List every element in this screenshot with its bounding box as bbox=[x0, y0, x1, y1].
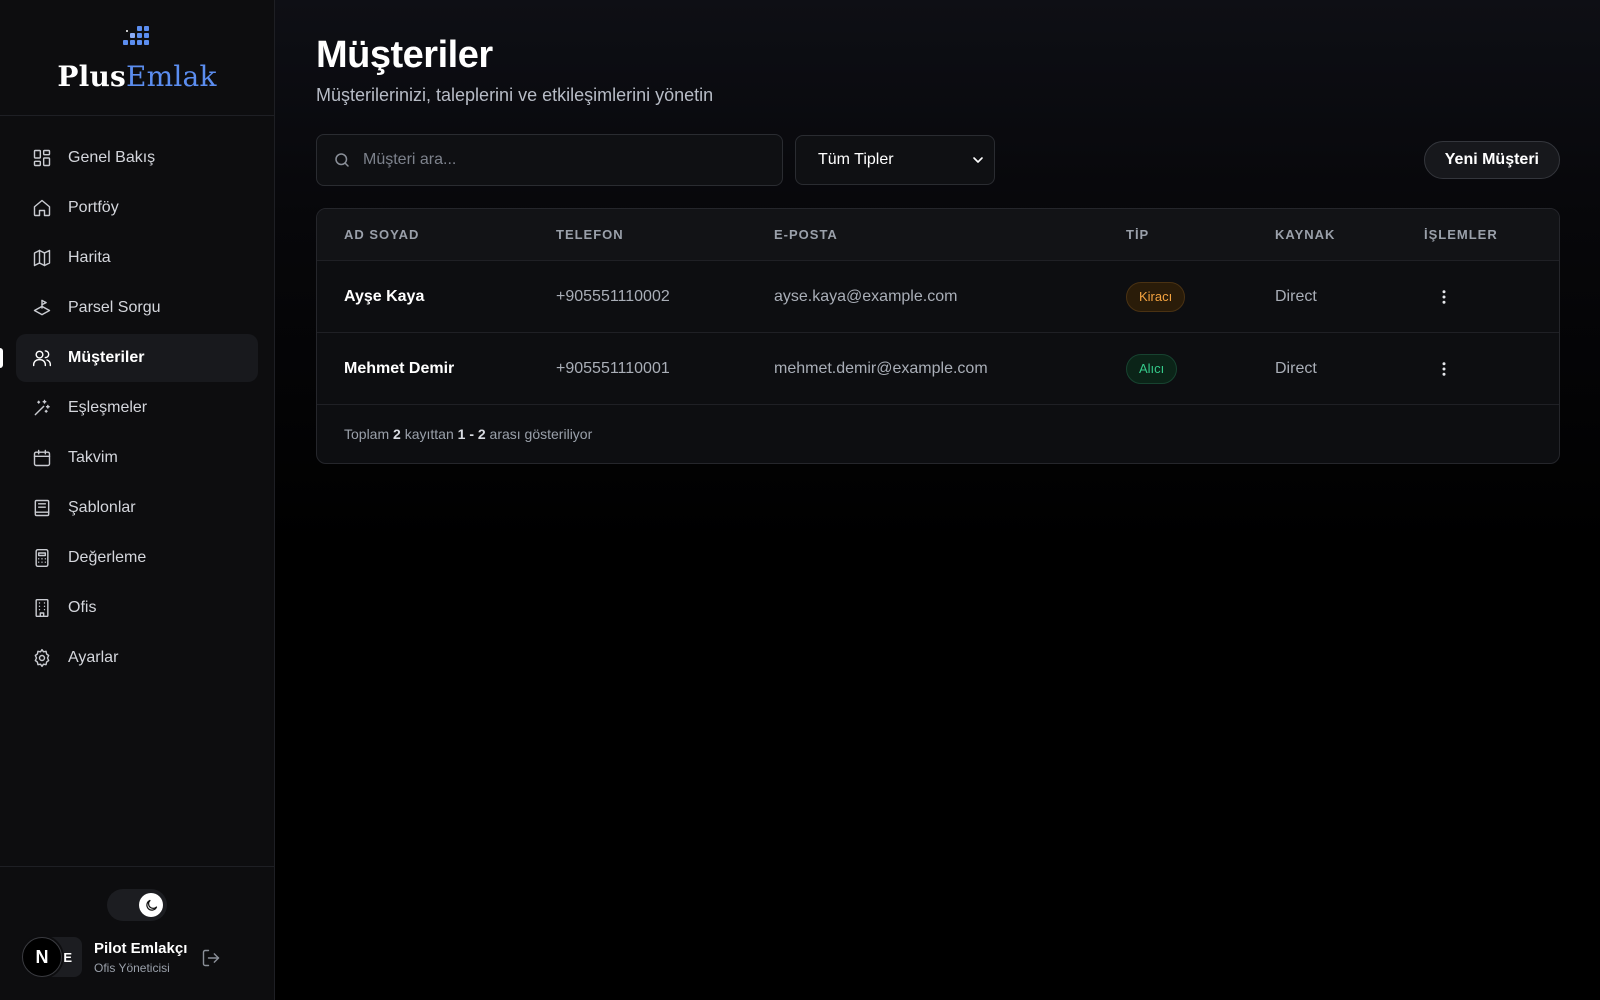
customer-email: ayse.kaya@example.com bbox=[774, 287, 958, 305]
sidebar-item-label: Takvim bbox=[68, 449, 118, 466]
theme-toggle[interactable] bbox=[107, 889, 167, 921]
land-parcel-icon bbox=[32, 298, 52, 318]
chevron-down-icon bbox=[973, 157, 983, 163]
search-icon bbox=[335, 153, 349, 167]
summary-range: 1 - 2 bbox=[457, 426, 486, 442]
more-vertical-icon[interactable] bbox=[1432, 285, 1456, 309]
column-header-type[interactable]: TİP bbox=[1099, 227, 1248, 242]
sidebar-item-takvim[interactable]: Takvim bbox=[16, 434, 258, 482]
user-role: Ofis Yöneticisi bbox=[94, 960, 170, 975]
calendar-icon bbox=[32, 448, 52, 468]
customer-email: mehmet.demir@example.com bbox=[774, 359, 988, 377]
sidebar-item-eslesmeler[interactable]: Eşleşmeler bbox=[16, 384, 258, 432]
summary-prefix: Toplam bbox=[344, 426, 390, 442]
row-actions bbox=[1397, 357, 1559, 381]
type-filter-select[interactable]: Tüm Tipler bbox=[795, 135, 995, 185]
customer-source: Direct bbox=[1275, 287, 1317, 305]
status-badge: Alıcı bbox=[1126, 353, 1178, 384]
page-subtitle: Müşterilerinizi, taleplerini ve etkileşi… bbox=[316, 85, 714, 105]
type-filter-value: Tüm Tipler bbox=[818, 151, 894, 168]
sidebar-item-label: Parsel Sorgu bbox=[68, 299, 161, 316]
sidebar-item-parsel-sorgu[interactable]: Parsel Sorgu bbox=[16, 284, 258, 332]
sidebar-item-label: Şablonlar bbox=[68, 499, 136, 516]
customer-type-cell: Alıcı bbox=[1099, 353, 1248, 384]
sidebar: PlusEmlak Genel Bakış Portföy Harita Par… bbox=[0, 0, 275, 1000]
dashboard-icon bbox=[32, 148, 52, 168]
customer-type-cell: Kiracı bbox=[1099, 281, 1248, 312]
sidebar-item-portfoy[interactable]: Portföy bbox=[16, 184, 258, 232]
customer-source: Direct bbox=[1275, 359, 1317, 377]
status-badge: Kiracı bbox=[1126, 281, 1186, 312]
main-content: Müşteriler Müşterilerinizi, taleplerini … bbox=[275, 0, 1600, 1000]
user-name: Pilot Emlakçı bbox=[94, 939, 188, 957]
pagination-summary: Toplam 2 kayıttan 1 - 2 arası gösteriliy… bbox=[317, 405, 1559, 463]
sidebar-item-harita[interactable]: Harita bbox=[16, 234, 258, 282]
template-icon bbox=[32, 498, 52, 518]
user-info: Pilot Emlakçı Ofis Yöneticisi bbox=[94, 940, 187, 975]
sidebar-item-label: Harita bbox=[68, 249, 111, 266]
column-header-phone[interactable]: TELEFON bbox=[529, 227, 747, 242]
sidebar-item-genel-bakis[interactable]: Genel Bakış bbox=[16, 134, 258, 182]
calculator-icon bbox=[32, 548, 52, 568]
brand-name-part2: Emlak bbox=[126, 60, 217, 93]
table-row[interactable]: Mehmet Demir +905551110001 mehmet.demir@… bbox=[317, 333, 1559, 405]
app-root: PlusEmlak Genel Bakış Portföy Harita Par… bbox=[0, 0, 1600, 1000]
customer-phone: +905551110002 bbox=[556, 287, 670, 305]
customer-name[interactable]: Ayşe Kaya bbox=[317, 288, 529, 306]
sidebar-item-label: Değerleme bbox=[68, 549, 147, 566]
sidebar-item-label: Eşleşmeler bbox=[68, 399, 148, 416]
customers-table: AD SOYAD TELEFON E-POSTA TİP KAYNAK İŞLE… bbox=[316, 208, 1560, 464]
settings-icon bbox=[32, 648, 52, 668]
page-title: Müşteriler bbox=[316, 34, 493, 76]
sidebar-item-ofis[interactable]: Ofis bbox=[16, 584, 258, 632]
customer-name[interactable]: Mehmet Demir bbox=[317, 360, 529, 378]
sparkles-icon bbox=[32, 398, 52, 418]
new-customer-button[interactable]: Yeni Müşteri bbox=[1423, 141, 1560, 179]
sidebar-item-label: Müşteriler bbox=[68, 349, 145, 366]
sidebar-item-degerleme[interactable]: Değerleme bbox=[16, 534, 258, 582]
table-header: AD SOYAD TELEFON E-POSTA TİP KAYNAK İŞLE… bbox=[317, 209, 1559, 261]
more-vertical-icon[interactable] bbox=[1432, 357, 1456, 381]
column-header-email[interactable]: E-POSTA bbox=[747, 227, 1099, 242]
user-profile[interactable]: N E Pilot Emlakçı Ofis Yöneticisi bbox=[22, 937, 187, 977]
search-input[interactable] bbox=[363, 151, 782, 169]
brand-name: PlusEmlak bbox=[57, 60, 216, 93]
sidebar-item-sablonlar[interactable]: Şablonlar bbox=[16, 484, 258, 532]
logo-chart-icon bbox=[123, 26, 151, 52]
table-row[interactable]: Ayşe Kaya +905551110002 ayse.kaya@exampl… bbox=[317, 261, 1559, 333]
sidebar-item-label: Ofis bbox=[68, 599, 97, 616]
sidebar-item-label: Portföy bbox=[68, 199, 119, 216]
column-header-source[interactable]: KAYNAK bbox=[1248, 227, 1397, 242]
row-actions bbox=[1397, 285, 1559, 309]
sidebar-item-label: Genel Bakış bbox=[68, 149, 156, 166]
moon-icon bbox=[139, 893, 163, 917]
map-icon bbox=[32, 248, 52, 268]
sidebar-item-musteriler[interactable]: Müşteriler bbox=[0, 334, 258, 382]
toolbar: Tüm Tipler Yeni Müşteri bbox=[316, 134, 1560, 186]
column-header-actions: İŞLEMLER bbox=[1424, 227, 1498, 242]
summary-middle: kayıttan bbox=[404, 426, 454, 442]
home-icon bbox=[32, 198, 52, 218]
sidebar-item-ayarlar[interactable]: Ayarlar bbox=[16, 634, 258, 682]
summary-total: 2 bbox=[393, 426, 401, 442]
summary-suffix: arası gösteriliyor bbox=[489, 426, 593, 442]
sidebar-footer: N E Pilot Emlakçı Ofis Yöneticisi bbox=[0, 866, 274, 1000]
customer-phone: +905551110001 bbox=[556, 359, 670, 377]
logout-icon[interactable] bbox=[201, 948, 221, 968]
search-box bbox=[316, 134, 783, 186]
brand-name-part1: Plus bbox=[57, 60, 126, 93]
column-header-name[interactable]: AD SOYAD bbox=[317, 227, 529, 242]
sidebar-item-label: Ayarlar bbox=[68, 649, 119, 666]
brand-logo[interactable]: PlusEmlak bbox=[0, 0, 274, 116]
n-badge[interactable]: N bbox=[22, 937, 62, 977]
sidebar-nav: Genel Bakış Portföy Harita Parsel Sorgu … bbox=[0, 116, 274, 682]
users-icon bbox=[32, 348, 52, 368]
building-icon bbox=[32, 598, 52, 618]
